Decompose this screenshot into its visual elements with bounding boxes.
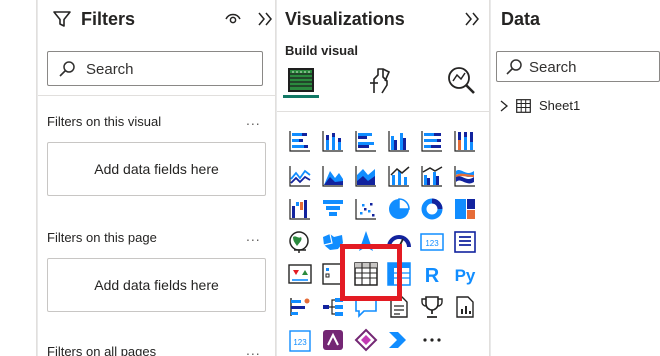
donut-chart-icon[interactable]	[419, 196, 445, 222]
format-visual-tab[interactable]	[363, 62, 399, 98]
clustered-column-chart-icon[interactable]	[386, 128, 412, 154]
build-visual-tab[interactable]	[283, 62, 319, 98]
decomposition-tree-icon[interactable]	[320, 294, 346, 320]
r-script-label: R	[425, 265, 440, 287]
kpi-icon[interactable]	[287, 261, 313, 287]
key-influencers-icon[interactable]	[287, 294, 313, 320]
power-apps-icon[interactable]	[320, 327, 346, 353]
slicer-icon[interactable]	[320, 261, 346, 287]
filters-header: Filters	[50, 8, 272, 32]
filters-on-all-pages-more-button[interactable]: ...	[246, 342, 261, 356]
visualizations-divider	[277, 111, 489, 112]
qna-icon[interactable]	[353, 294, 379, 320]
multi-row-card-icon[interactable]	[452, 229, 478, 255]
line-and-clustered-column-chart-icon[interactable]	[419, 163, 445, 189]
python-visual-icon[interactable]: Py	[452, 261, 478, 287]
filters-title: Filters	[81, 9, 136, 29]
eye-icon[interactable]	[224, 11, 242, 27]
card-icon[interactable]: 123	[419, 229, 445, 255]
chevron-right-icon[interactable]	[499, 100, 509, 112]
data-search-input[interactable]	[529, 56, 659, 78]
stacked-area-chart-icon[interactable]	[353, 163, 379, 189]
collapse-filters-icon[interactable]	[256, 10, 274, 28]
collapse-visualizations-icon[interactable]	[463, 10, 481, 28]
pie-chart-icon[interactable]	[386, 196, 412, 222]
data-title: Data	[501, 9, 541, 29]
visualizations-title: Visualizations	[285, 9, 405, 29]
visualizations-pane: Visualizations Build visual 123 R Py 123	[277, 0, 490, 356]
data-search-box[interactable]	[496, 51, 660, 82]
search-icon	[59, 61, 75, 77]
ribbon-chart-icon[interactable]	[452, 163, 478, 189]
azure-map-icon[interactable]	[353, 229, 379, 255]
left-canvas-edge	[0, 0, 37, 356]
gauge-icon[interactable]	[386, 229, 412, 255]
filters-on-all-pages-label: Filters on all pages	[47, 344, 157, 356]
filters-on-visual-label: Filters on this visual	[47, 114, 162, 129]
data-table-sheet1[interactable]: Sheet1	[499, 96, 649, 116]
area-chart-icon[interactable]	[320, 163, 346, 189]
100-percent-stacked-column-chart-icon[interactable]	[452, 128, 478, 154]
python-visual-label: Py	[455, 266, 476, 285]
filter-funnel-icon	[53, 11, 71, 27]
filters-on-page-drop-well[interactable]: Add data fields here	[47, 258, 266, 312]
scorecard-icon[interactable]: 123	[287, 327, 313, 353]
waterfall-chart-icon[interactable]	[287, 196, 313, 222]
filters-on-visual-drop-well[interactable]: Add data fields here	[47, 142, 266, 196]
100-percent-stacked-bar-chart-icon[interactable]	[419, 128, 445, 154]
stacked-bar-chart-icon[interactable]	[287, 128, 313, 154]
search-icon	[506, 59, 522, 75]
stacked-column-chart-icon[interactable]	[320, 128, 346, 154]
build-visual-icon	[288, 68, 314, 92]
filled-map-icon[interactable]	[320, 229, 346, 255]
filters-on-visual-more-button[interactable]: ...	[246, 112, 261, 128]
data-pane: Data Sheet1	[491, 0, 660, 356]
scorecard-icon-label: 123	[293, 338, 307, 347]
clustered-bar-chart-icon[interactable]	[353, 128, 379, 154]
filters-on-page-more-button[interactable]: ...	[246, 228, 261, 244]
analytics-tab[interactable]	[443, 62, 479, 98]
funnel-chart-icon[interactable]	[320, 196, 346, 222]
line-and-column-chart-icon[interactable]	[386, 163, 412, 189]
map-icon[interactable]	[287, 229, 313, 255]
smart-narrative-icon[interactable]	[386, 294, 412, 320]
table-icon	[516, 99, 531, 113]
filters-on-page-label: Filters on this page	[47, 230, 157, 245]
line-chart-icon[interactable]	[287, 163, 313, 189]
table-icon[interactable]	[353, 261, 379, 287]
power-automate-flow-icon[interactable]	[386, 327, 412, 353]
power-automate-icon[interactable]	[353, 327, 379, 353]
matrix-icon[interactable]	[386, 261, 412, 287]
metrics-trophy-icon[interactable]	[419, 294, 445, 320]
paginated-report-icon[interactable]	[452, 294, 478, 320]
table-name-label: Sheet1	[539, 98, 581, 113]
filters-search-box[interactable]	[47, 51, 263, 86]
analytics-icon	[448, 67, 475, 94]
scatter-chart-icon[interactable]	[353, 196, 379, 222]
format-visual-icon	[370, 68, 391, 94]
filters-divider	[38, 95, 275, 96]
build-visual-label: Build visual	[285, 43, 358, 58]
r-script-visual-icon[interactable]: R	[419, 261, 445, 287]
more-visuals-button[interactable]	[419, 327, 445, 353]
card-icon-label: 123	[425, 239, 439, 248]
filters-search-input[interactable]	[86, 58, 256, 80]
treemap-icon[interactable]	[452, 196, 478, 222]
filters-pane: Filters Filters on this visual ... Add d…	[38, 0, 276, 356]
